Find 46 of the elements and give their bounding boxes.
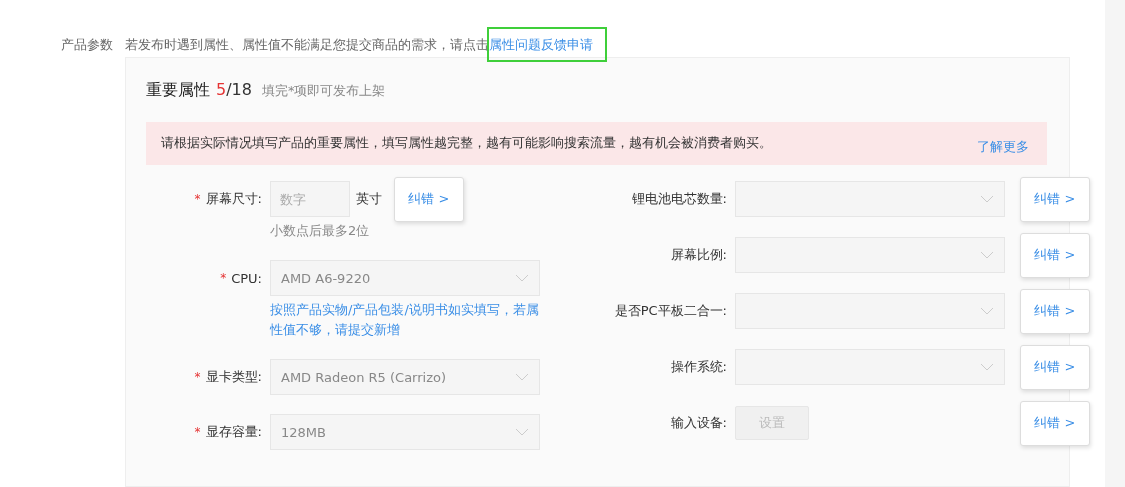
correction-button[interactable]: 纠错 > bbox=[394, 176, 464, 222]
correction-button[interactable]: 纠错 > bbox=[1020, 344, 1090, 390]
field-label: 输入设备: bbox=[670, 414, 727, 432]
select-field[interactable] bbox=[735, 237, 1005, 273]
chevron-down-icon bbox=[515, 274, 529, 282]
hint-link[interactable]: 按照产品实物/产品包装/说明书如实填写，若属性值不够，请提交新增 bbox=[270, 300, 542, 340]
field-label: 锂电池电芯数量: bbox=[631, 190, 727, 208]
correction-button[interactable]: 纠错 > bbox=[1020, 400, 1090, 446]
alert-text: 请根据实际情况填写产品的重要属性，填写属性越完整，越有可能影响搜索流量，越有机会被消费者购买。 bbox=[161, 135, 772, 152]
field-label: 是否PC平板二合一: bbox=[614, 302, 727, 320]
notice-text: 若发布时遇到属性、属性值不能满足您提交商品的需求，请点击 属性问题反馈申请 bbox=[125, 36, 593, 54]
panel-title: 重要属性 bbox=[146, 80, 210, 101]
select-field[interactable] bbox=[735, 181, 1005, 217]
field-label: 屏幕尺寸: bbox=[205, 190, 262, 208]
field-label: 操作系统: bbox=[670, 358, 727, 376]
select-field[interactable] bbox=[735, 293, 1005, 329]
hint-text: 小数点后最多2位 bbox=[270, 222, 371, 240]
chevron-down-icon bbox=[980, 363, 994, 371]
feedback-link[interactable]: 属性问题反馈申请 bbox=[489, 37, 593, 52]
correction-button[interactable]: 纠错 > bbox=[1020, 176, 1090, 222]
total-count: /18 bbox=[226, 80, 252, 99]
required-mark: * bbox=[220, 271, 227, 285]
required-mark: * bbox=[194, 192, 201, 206]
correction-button[interactable]: 纠错 > bbox=[1020, 232, 1090, 278]
section-label: 产品参数 bbox=[61, 36, 114, 54]
chevron-down-icon bbox=[515, 428, 529, 436]
chevron-down-icon bbox=[515, 373, 529, 381]
chevron-down-icon bbox=[980, 251, 994, 259]
correction-button[interactable]: 纠错 > bbox=[1020, 288, 1090, 334]
field-label: CPU: bbox=[231, 270, 262, 286]
select-field[interactable] bbox=[735, 349, 1005, 385]
filled-count: 5 bbox=[216, 80, 227, 99]
required-mark: * bbox=[194, 425, 201, 439]
panel-subtitle: 填完*项即可发布上架 bbox=[261, 82, 386, 100]
field-label: 屏幕比例: bbox=[670, 246, 727, 264]
select-field[interactable]: 128MB bbox=[270, 414, 540, 450]
required-mark: * bbox=[194, 370, 201, 384]
learn-more-link[interactable]: 了解更多 bbox=[977, 137, 1029, 156]
field-label: 显卡类型: bbox=[205, 368, 262, 386]
chevron-down-icon bbox=[980, 307, 994, 315]
number-input[interactable]: 数字 bbox=[270, 181, 350, 217]
field-label: 显存容量: bbox=[205, 423, 262, 441]
select-field[interactable]: AMD A6-9220 bbox=[270, 260, 540, 296]
chevron-down-icon bbox=[980, 195, 994, 203]
unit-label: 英寸 bbox=[356, 190, 382, 208]
select-field[interactable]: AMD Radeon R5 (Carrizo) bbox=[270, 359, 540, 395]
